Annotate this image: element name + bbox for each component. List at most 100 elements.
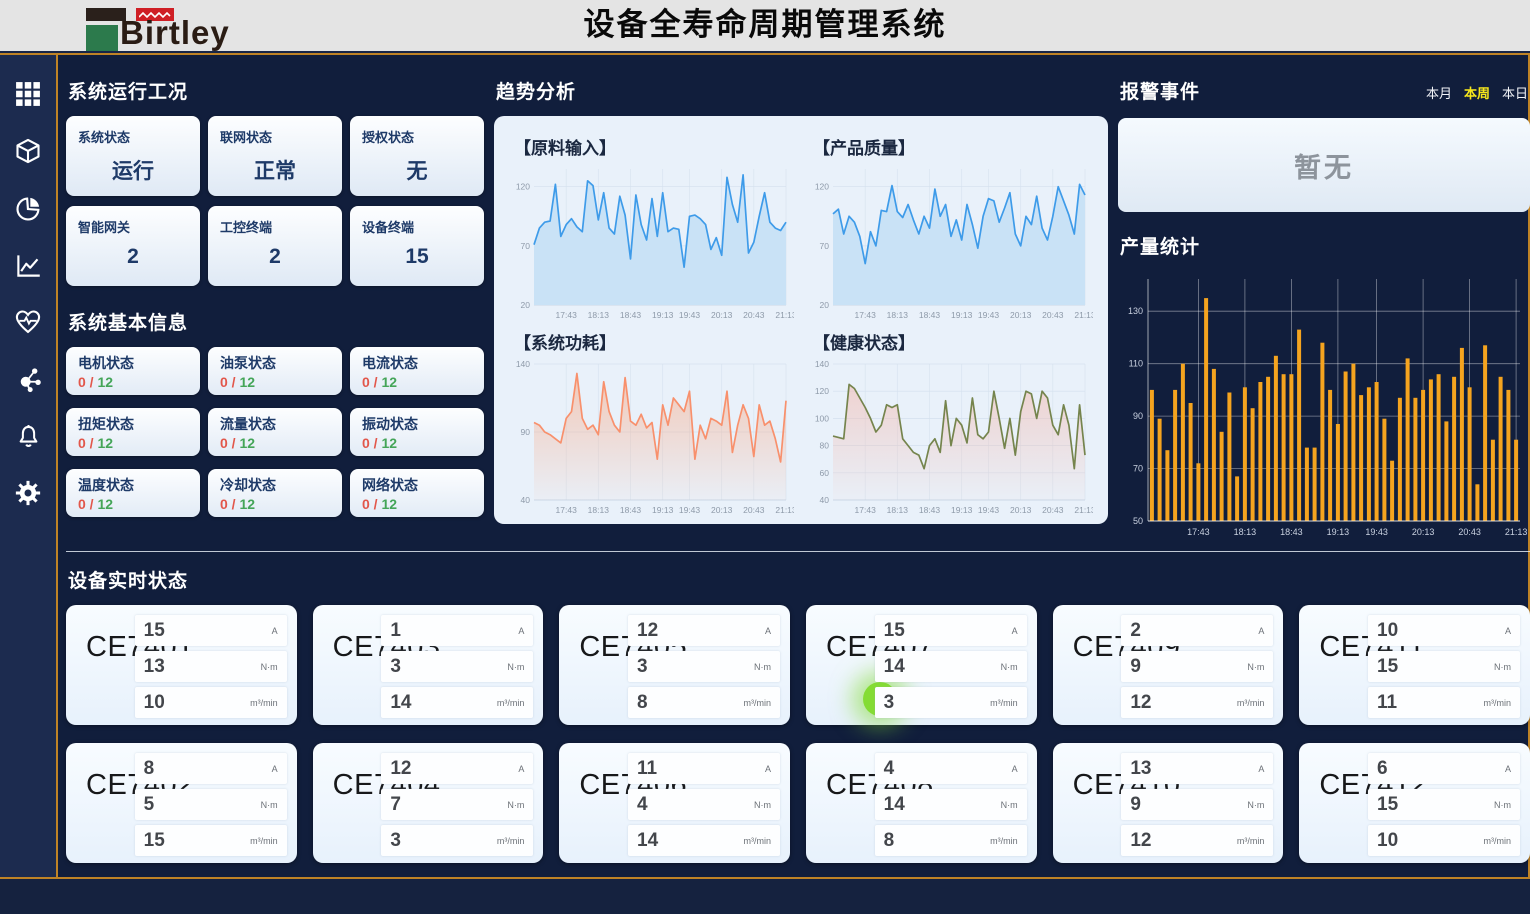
alarm-empty-text: 暂无: [1294, 146, 1354, 185]
device-card-CE7407[interactable]: CE7407 15 A 14 N·m 3 m³/min: [806, 605, 1037, 725]
device-card-CE7412[interactable]: CE7412 6 A 15 N·m 10 m³/min: [1299, 743, 1530, 863]
dashboard-page: Birtley 设备全寿命周期管理系统: [0, 0, 1530, 914]
device-metrics: 1 A 3 N·m 14 m³/min: [381, 615, 533, 723]
metric-value: 7: [390, 794, 401, 816]
metric-row: 14 m³/min: [381, 687, 533, 718]
device-card-CE7410[interactable]: CE7410 13 A 9 N·m 12 m³/min: [1053, 743, 1284, 863]
alarm-tab-本日[interactable]: 本日: [1502, 83, 1528, 102]
basic-card-ratio: 0 / 12: [362, 435, 472, 451]
metric-unit: N·m: [261, 800, 278, 810]
basic-card-ratio: 0 / 12: [362, 496, 472, 512]
device-metrics: 15 A 13 N·m 10 m³/min: [135, 615, 287, 723]
metric-unit: N·m: [261, 662, 278, 672]
device-card-CE7405[interactable]: CE7405 12 A 3 N·m 8 m³/min: [559, 605, 790, 725]
metric-row: 8 A: [135, 753, 287, 784]
metric-unit: m³/min: [744, 698, 772, 708]
sidebar-pie-chart-icon[interactable]: [13, 193, 43, 223]
device-metrics: 4 A 14 N·m 8 m³/min: [875, 753, 1027, 861]
metric-row: 14 N·m: [875, 789, 1027, 820]
device-card-CE7402[interactable]: CE7402 8 A 5 N·m 15 m³/min: [66, 743, 297, 863]
middle-column: 趋势分析 【原料输入】 120702017:4318:1318:4319:131…: [494, 69, 1108, 539]
metric-unit: m³/min: [744, 836, 772, 846]
svg-text:21:13: 21:13: [775, 505, 794, 515]
footer: [0, 879, 1530, 914]
svg-text:19:13: 19:13: [951, 310, 973, 320]
trend-chart-product_quality: 【产品质量】 120702017:4318:1318:4319:1319:432…: [805, 130, 1096, 321]
metric-row: 15 A: [875, 615, 1027, 646]
metric-value: 6: [1377, 758, 1388, 780]
metric-unit: m³/min: [990, 836, 1018, 846]
sidebar-cube-icon[interactable]: [13, 136, 43, 166]
logo-text: Birtley: [120, 14, 230, 52]
alarm-period-tabs: 本月 本周 本日: [1426, 83, 1528, 102]
svg-text:18:43: 18:43: [1280, 527, 1303, 537]
sidebar-topology-icon[interactable]: [13, 364, 43, 394]
metric-value: 15: [884, 620, 905, 642]
basic-info-card: 振动状态 0 / 12: [350, 408, 484, 456]
metric-row: 8 m³/min: [628, 687, 780, 718]
svg-text:90: 90: [521, 427, 531, 437]
device-metrics: 6 A 15 N·m 10 m³/min: [1368, 753, 1520, 861]
sidebar-apps-grid-icon[interactable]: [13, 79, 43, 109]
metric-row: 9 N·m: [1121, 789, 1273, 820]
metric-value: 14: [884, 656, 905, 678]
svg-text:60: 60: [820, 468, 830, 478]
device-card-CE7409[interactable]: CE7409 2 A 9 N·m 12 m³/min: [1053, 605, 1284, 725]
device-card-CE7408[interactable]: CE7408 4 A 14 N·m 8 m³/min: [806, 743, 1037, 863]
metric-value: 11: [637, 758, 657, 780]
status-card: 智能网关 2: [66, 206, 200, 286]
logo-green-block: [86, 25, 118, 51]
metric-value: 13: [144, 656, 165, 678]
metric-value: 1: [390, 620, 401, 642]
metric-unit: N·m: [1001, 800, 1018, 810]
metric-unit: N·m: [754, 800, 771, 810]
devices-title: 设备实时状态: [68, 566, 1530, 593]
metric-row: 3 m³/min: [381, 825, 533, 856]
sidebar-health-pulse-icon[interactable]: [13, 307, 43, 337]
metric-value: 14: [637, 830, 658, 852]
metric-unit: A: [765, 764, 771, 774]
metric-row: 5 N·m: [135, 789, 287, 820]
metric-unit: N·m: [1247, 800, 1264, 810]
metric-row: 10 m³/min: [135, 687, 287, 718]
basic-card-ratio: 0 / 12: [78, 496, 188, 512]
trend-chart-title: 【系统功耗】: [514, 329, 797, 354]
metric-row: 12 m³/min: [1121, 687, 1273, 718]
status-card-label: 工控终端: [220, 217, 330, 236]
sidebar-bell-icon[interactable]: [13, 421, 43, 451]
basic-card-label: 电机状态: [78, 353, 188, 373]
device-card-CE7411[interactable]: CE7411 10 A 15 N·m 11 m³/min: [1299, 605, 1530, 725]
basic-info-card: 电机状态 0 / 12: [66, 347, 200, 395]
metric-value: 3: [390, 830, 401, 852]
svg-text:21:13: 21:13: [1074, 310, 1093, 320]
status-card-value: 正常: [220, 155, 330, 185]
device-card-CE7404[interactable]: CE7404 12 A 7 N·m 3 m³/min: [313, 743, 544, 863]
sidebar-gear-icon[interactable]: [13, 478, 43, 508]
metric-unit: m³/min: [250, 836, 278, 846]
metric-row: 6 A: [1368, 753, 1520, 784]
svg-text:17:43: 17:43: [556, 505, 578, 515]
device-metrics: 12 A 7 N·m 3 m³/min: [381, 753, 533, 861]
device-metrics: 2 A 9 N·m 12 m³/min: [1121, 615, 1273, 723]
svg-text:20:13: 20:13: [711, 310, 733, 320]
metric-unit: A: [1505, 626, 1511, 636]
metric-row: 9 N·m: [1121, 651, 1273, 682]
metric-value: 5: [144, 794, 155, 816]
metric-value: 14: [884, 794, 905, 816]
alarm-tab-本周[interactable]: 本周: [1464, 83, 1490, 102]
metric-value: 3: [884, 692, 895, 714]
metric-unit: N·m: [1001, 662, 1018, 672]
sidebar-line-chart-icon[interactable]: [13, 250, 43, 280]
device-card-CE7403[interactable]: CE7403 1 A 3 N·m 14 m³/min: [313, 605, 544, 725]
metric-value: 3: [390, 656, 401, 678]
trend-chart-title: 【原料输入】: [514, 134, 797, 159]
device-card-CE7406[interactable]: CE7406 11 A 4 N·m 14 m³/min: [559, 743, 790, 863]
metric-row: 12 A: [628, 615, 780, 646]
metric-value: 4: [637, 794, 648, 816]
basic-card-label: 振动状态: [362, 414, 472, 434]
basic-info-card: 冷却状态 0 / 12: [208, 469, 342, 517]
svg-text:120: 120: [815, 386, 829, 396]
alarm-tab-本月[interactable]: 本月: [1426, 83, 1452, 102]
device-card-CE7401[interactable]: CE7401 15 A 13 N·m 10 m³/min: [66, 605, 297, 725]
metric-unit: N·m: [1494, 800, 1511, 810]
